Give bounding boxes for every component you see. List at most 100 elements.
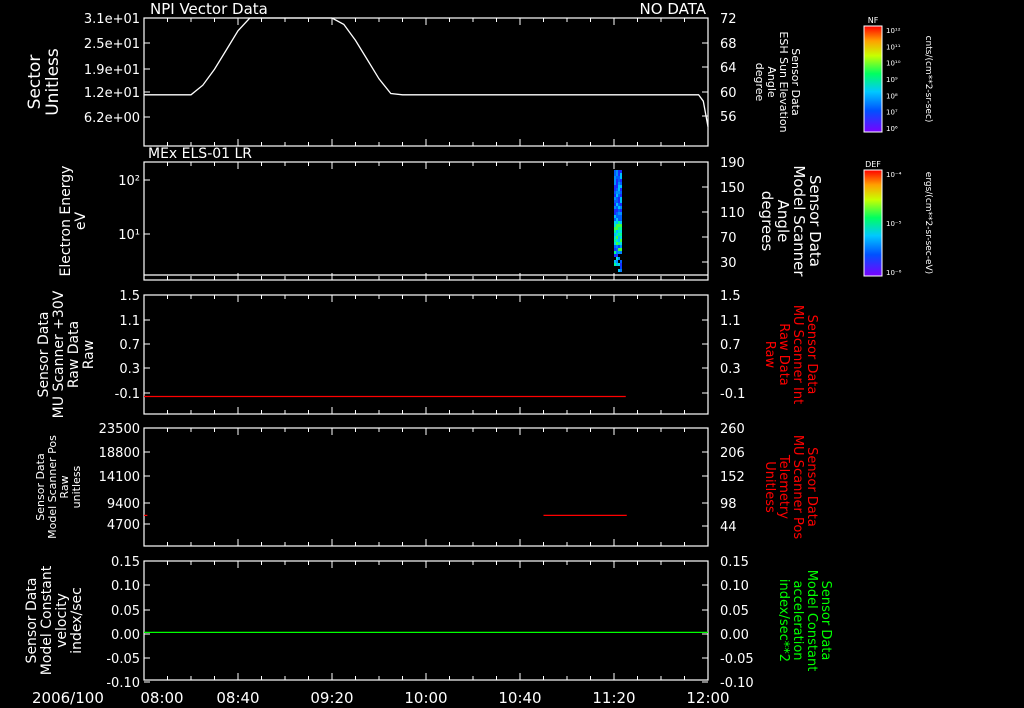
colorbar-tick-label: 10⁻⁵ bbox=[886, 220, 902, 228]
panel-1: 3.1e+01 2.5e+01 1.9e+01 1.2e+01 6.2e+00 72 68 6… bbox=[25, 12, 802, 147]
spectrogram-cell bbox=[614, 236, 616, 239]
spectrogram-cell bbox=[616, 233, 618, 236]
y-axis-label-right: acceleration bbox=[790, 580, 805, 660]
spectrogram-cell bbox=[616, 194, 618, 197]
spectrogram-cell bbox=[618, 221, 620, 224]
spectrogram-cell bbox=[620, 242, 622, 245]
y-tick-label-right: 0.15 bbox=[720, 555, 749, 570]
spectrogram-cell bbox=[614, 254, 616, 257]
spectrogram-cell bbox=[616, 179, 618, 182]
spectrogram-cell bbox=[618, 191, 620, 194]
y-tick-label: 1.5 bbox=[119, 289, 140, 304]
y-tick-label: 1.2e+01 bbox=[84, 86, 140, 101]
spectrogram-cell bbox=[618, 245, 620, 248]
y-axis-label-right: Sensor Data bbox=[804, 315, 819, 395]
y-tick-label-right: 1.1 bbox=[720, 314, 741, 329]
spectrogram-cell bbox=[614, 209, 616, 212]
spectrogram-cell bbox=[620, 245, 622, 248]
spectrogram-cell bbox=[618, 200, 620, 203]
y-axis-label: MU Scanner +30V bbox=[51, 290, 67, 418]
y-tick-label: 6.2e+00 bbox=[84, 111, 140, 126]
y-tick-label: 10² bbox=[118, 174, 140, 189]
spectrogram-cell bbox=[616, 182, 618, 185]
y-tick-label-right: 150 bbox=[720, 181, 745, 196]
spectrogram-cell bbox=[614, 218, 616, 221]
spectrogram-cell bbox=[620, 203, 622, 206]
spectrogram-cell bbox=[614, 260, 616, 263]
spectrogram-cell bbox=[616, 254, 618, 257]
spectrogram-cell bbox=[614, 245, 616, 248]
spectrogram-cell bbox=[618, 263, 620, 266]
spectrogram-cell bbox=[618, 224, 620, 227]
spectrogram-cell bbox=[616, 218, 618, 221]
spectrogram-cell bbox=[620, 170, 622, 173]
y-axis-label-right: index/sec**2 bbox=[776, 579, 791, 662]
y-tick-label: -0.05 bbox=[106, 652, 140, 667]
y-tick-label-right: 206 bbox=[720, 446, 745, 461]
spectrogram-cell bbox=[614, 206, 616, 209]
spectrogram-cell bbox=[620, 221, 622, 224]
spectrogram-cell bbox=[616, 245, 618, 248]
spectrogram-cell bbox=[614, 170, 616, 173]
colorbar-label: DEF bbox=[865, 160, 881, 169]
spectrogram-cell bbox=[614, 221, 616, 224]
spectrogram-cell bbox=[618, 209, 620, 212]
y-tick-label-right: -0.05 bbox=[720, 652, 754, 667]
spectrogram-cell bbox=[614, 176, 616, 179]
spectrogram-cell bbox=[620, 251, 622, 254]
x-tick-label: 10:40 bbox=[498, 689, 541, 707]
spectrogram-cell bbox=[614, 182, 616, 185]
spectrogram-cell bbox=[620, 191, 622, 194]
y-tick-label-right: 0.10 bbox=[720, 579, 749, 594]
spectrogram-cell bbox=[616, 185, 618, 188]
colorbar-tick-label: 10⁻⁶ bbox=[886, 269, 902, 277]
spectrogram-cell bbox=[620, 179, 622, 182]
spectrogram-cell bbox=[614, 212, 616, 215]
panel-frame bbox=[143, 427, 709, 547]
x-tick-label: 10:00 bbox=[404, 689, 447, 707]
spectrogram-cell bbox=[614, 179, 616, 182]
y-tick-label: 2.5e+01 bbox=[84, 37, 140, 52]
spectrogram-cell bbox=[614, 185, 616, 188]
spectrogram-cell bbox=[616, 209, 618, 212]
spectrogram-cell bbox=[618, 179, 620, 182]
y-axis-label-right: degree bbox=[753, 63, 766, 102]
y-axis-label-right: Telemetry bbox=[776, 454, 791, 519]
spectrogram-cell bbox=[614, 227, 616, 230]
spectrogram bbox=[614, 170, 622, 272]
spectrogram-cell bbox=[620, 215, 622, 218]
spectrogram-cell bbox=[620, 236, 622, 239]
y-tick-label-right: 60 bbox=[720, 86, 737, 101]
spectrogram-cell bbox=[618, 215, 620, 218]
y-tick-label-right: 260 bbox=[720, 422, 745, 437]
spectrogram-cell bbox=[620, 233, 622, 236]
y-tick-label-right: 98 bbox=[720, 497, 737, 512]
y-tick-label: -0.10 bbox=[106, 676, 140, 691]
spectrogram-cell bbox=[618, 194, 620, 197]
spectrogram-cell bbox=[616, 221, 618, 224]
panel-frame bbox=[143, 17, 709, 147]
spectrogram-cell bbox=[620, 218, 622, 221]
x-tick-label: 08:00 bbox=[140, 689, 183, 707]
y-tick-label: 10¹ bbox=[118, 228, 140, 243]
spectrogram-cell bbox=[618, 218, 620, 221]
panel-3: 1.5 1.1 0.7 0.3 -0.1 1.5 1.1 0.7 0.3 -0.1 Sensor D… bbox=[36, 289, 819, 418]
spectrogram-cell bbox=[620, 200, 622, 203]
spectrogram-cell bbox=[616, 263, 618, 266]
spectrogram-cell bbox=[616, 176, 618, 179]
y-axis-label: velocity bbox=[54, 593, 70, 648]
spectrogram-cell bbox=[614, 203, 616, 206]
spectrogram-cell bbox=[620, 206, 622, 209]
y-tick-label-right: 0.05 bbox=[720, 604, 749, 619]
y-axis-label: index/sec bbox=[69, 587, 85, 654]
y-tick-label: -0.1 bbox=[115, 387, 140, 402]
spectrogram-cell bbox=[616, 230, 618, 233]
y-tick-label: 1.9e+01 bbox=[84, 63, 140, 78]
y-axis-label: Sector bbox=[25, 55, 45, 110]
y-tick-label-right: 44 bbox=[720, 520, 737, 535]
y-tick-label-right: 190 bbox=[720, 156, 745, 171]
spectrogram-cell bbox=[618, 251, 620, 254]
colorbar-unit: ergs/(cm**2-sr-sec-eV) bbox=[923, 172, 933, 274]
panel-4: 23500 18800 14100 9400 4700 260 206 152 98 44 Sens… bbox=[34, 422, 819, 547]
spectrogram-cell bbox=[616, 188, 618, 191]
